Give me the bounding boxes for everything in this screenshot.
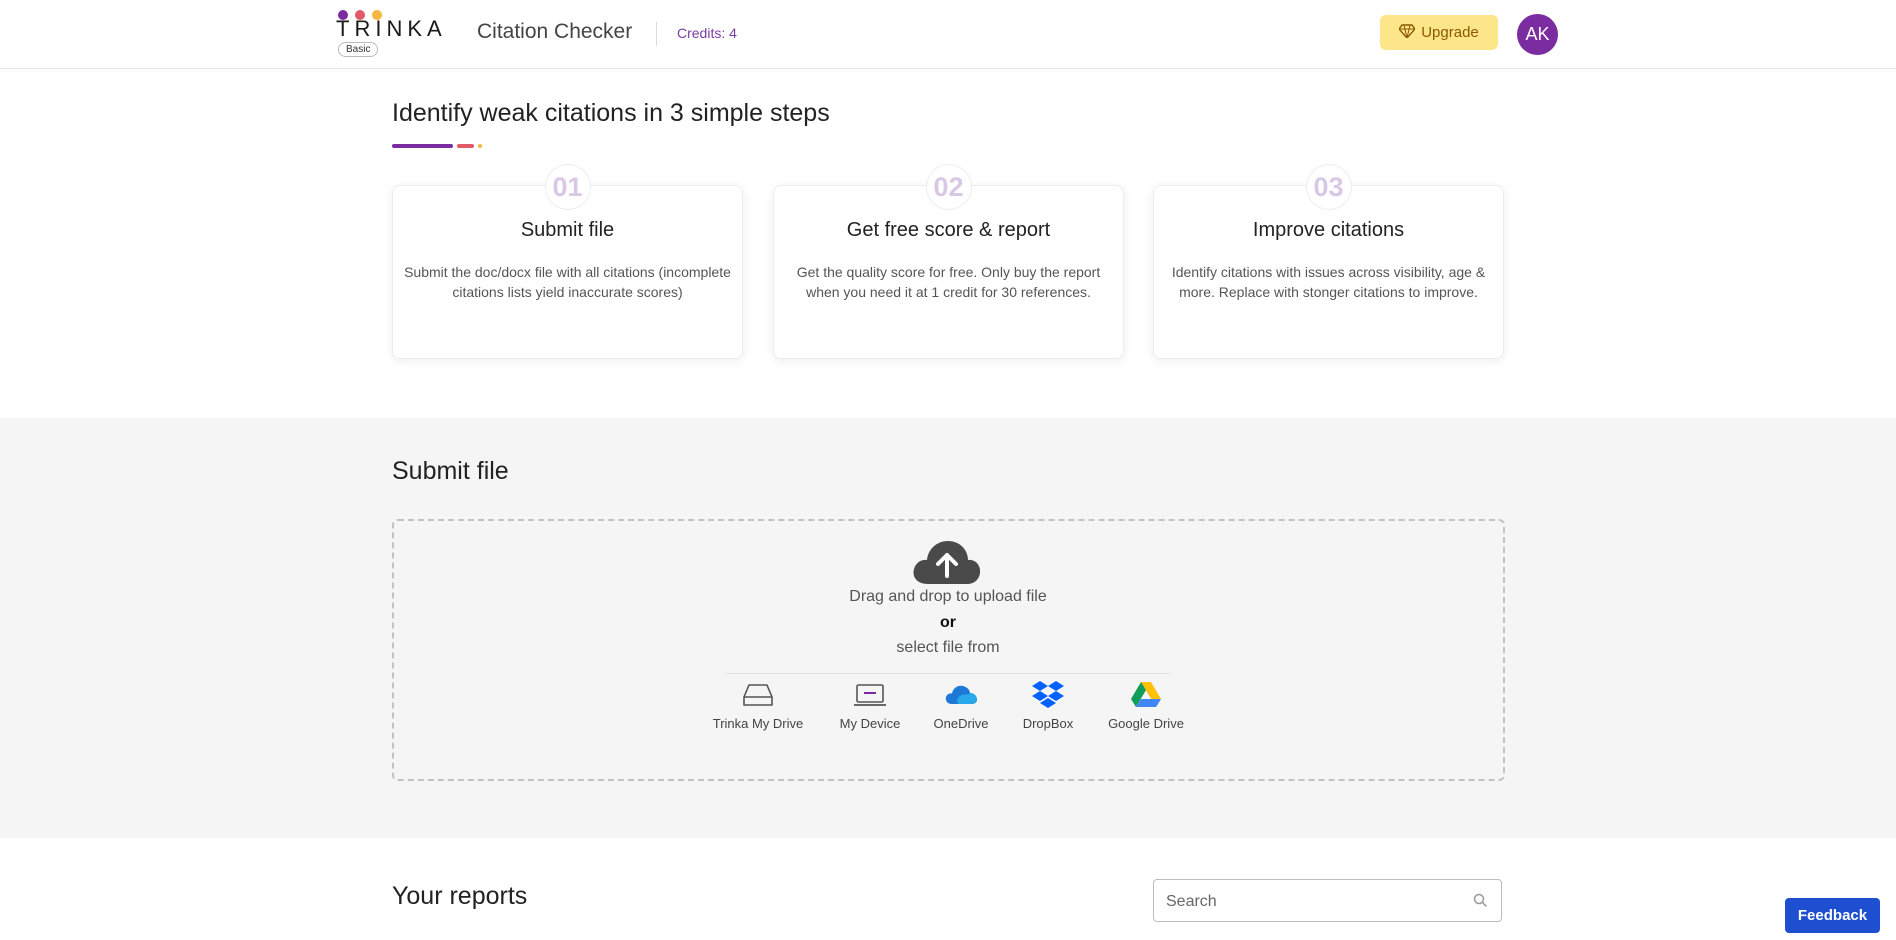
steps-heading: Identify weak citations in 3 simple step…: [392, 99, 830, 127]
source-label: Trinka My Drive: [712, 716, 804, 731]
or-text: or: [940, 614, 956, 631]
upgrade-button[interactable]: Upgrade: [1380, 15, 1498, 50]
step-card-2: 02 Get free score & report Get the quali…: [773, 164, 1124, 359]
source-dropbox[interactable]: DropBox: [1013, 680, 1083, 731]
step-title: Get free score & report: [846, 219, 1051, 241]
submit-heading: Submit file: [392, 457, 509, 485]
source-onedrive[interactable]: OneDrive: [922, 680, 1000, 731]
select-from-text: select file from: [896, 639, 1000, 656]
source-label: Google Drive: [1108, 716, 1184, 731]
drag-drop-text: Drag and drop to upload file: [849, 588, 1047, 605]
onedrive-icon: [922, 680, 1000, 710]
reports-search: [1153, 879, 1502, 923]
step-card-3: 03 Improve citations Identify citations …: [1153, 164, 1504, 359]
source-label: My Device: [839, 716, 901, 731]
dropbox-icon: [1013, 680, 1083, 710]
search-icon[interactable]: [1473, 893, 1487, 912]
reports-heading: Your reports: [392, 882, 528, 910]
sources-divider: [726, 673, 1170, 674]
upgrade-label: Upgrade: [1421, 24, 1479, 41]
source-my-device[interactable]: My Device: [830, 680, 910, 731]
diamond-icon: [1398, 23, 1417, 42]
step-card-1: 01 Submit file Submit the doc/docx file …: [392, 164, 743, 359]
source-label: DropBox: [1022, 716, 1074, 731]
step-number: 03: [1305, 164, 1352, 210]
step-description: Get the quality score for free. Only buy…: [796, 264, 1101, 300]
header-divider: [656, 22, 657, 46]
app-title: Citation Checker: [477, 20, 633, 43]
source-trinka-my-drive[interactable]: Trinka My Drive: [706, 680, 810, 731]
cloud-upload-icon[interactable]: [912, 538, 982, 586]
laptop-icon: [830, 680, 910, 710]
source-google-drive[interactable]: Google Drive: [1100, 680, 1192, 731]
google-drive-icon: [1100, 680, 1192, 710]
feedback-button[interactable]: Feedback: [1785, 898, 1880, 933]
drive-icon: [706, 680, 810, 710]
step-description: Submit the doc/docx file with all citati…: [404, 264, 731, 300]
step-description: Identify citations with issues across vi…: [1171, 264, 1486, 300]
user-avatar[interactable]: AK: [1517, 14, 1558, 55]
source-label: OneDrive: [933, 716, 989, 731]
step-number: 02: [925, 164, 972, 210]
plan-badge: Basic: [338, 42, 379, 57]
logo-wordmark: TRINKA: [336, 16, 447, 41]
trinka-logo[interactable]: TRINKA Basic: [336, 6, 446, 60]
step-title: Submit file: [520, 219, 615, 241]
step-title: Improve citations: [1252, 219, 1405, 241]
step-number: 01: [544, 164, 591, 210]
credits-count: Credits: 4: [677, 25, 737, 41]
top-header: TRINKA Basic Citation Checker Credits: 4…: [0, 0, 1896, 69]
search-input[interactable]: [1164, 880, 1458, 923]
